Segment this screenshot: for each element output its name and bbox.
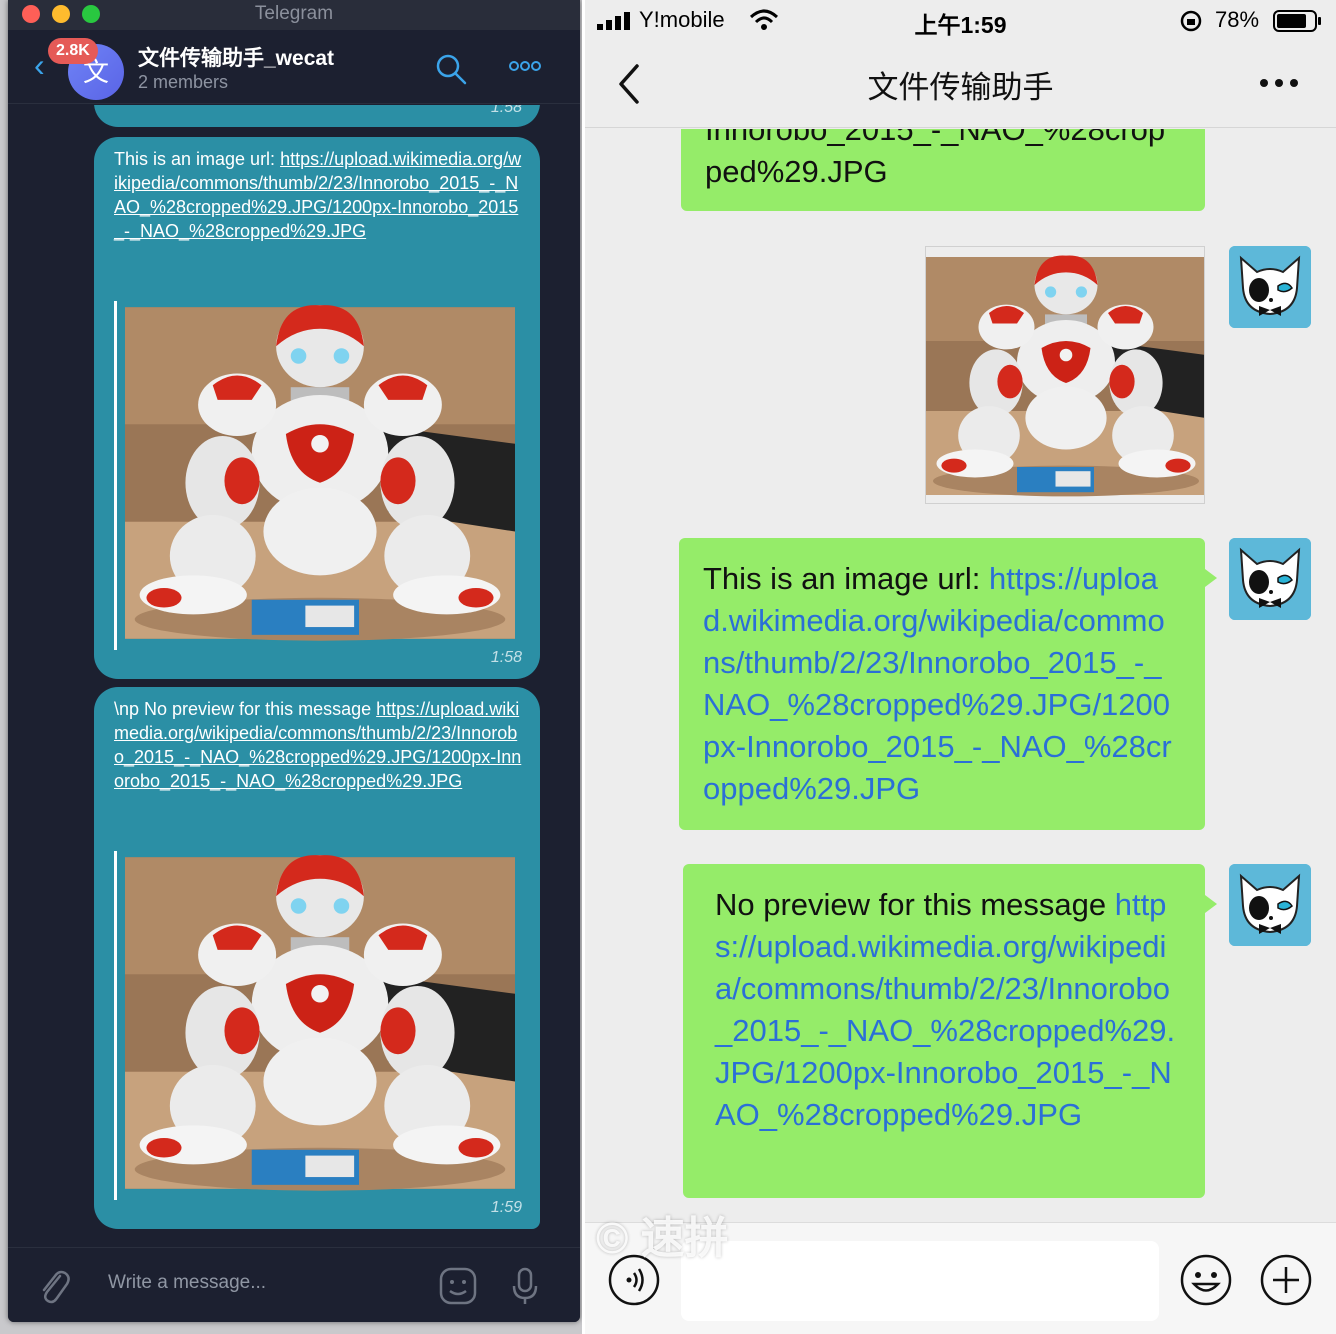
chat-header: ‹ 文 2.8K 文件传输助手_wecat 2 members: [8, 30, 580, 104]
message-prefix: \np No preview for this message: [114, 699, 377, 719]
user-avatar[interactable]: [1229, 864, 1311, 946]
bubble-tail: [1205, 895, 1217, 913]
chat-title[interactable]: 文件传输助手_wecat: [138, 42, 334, 72]
user-avatar[interactable]: [1229, 538, 1311, 620]
unread-badge: 2.8K: [48, 38, 98, 64]
message-time: 1:58: [490, 105, 522, 116]
battery-icon: [1273, 10, 1321, 32]
maximize-window-button[interactable]: [82, 5, 100, 23]
message-text: This is an image url: https://upload.wik…: [114, 147, 524, 243]
message-time: 1:59: [490, 1199, 522, 1216]
message-text: \np No preview for this message https://…: [114, 697, 524, 793]
message-bubble[interactable]: \np No preview for this message https://…: [94, 687, 540, 1229]
emoji-icon[interactable]: [1179, 1253, 1233, 1307]
image-message[interactable]: [925, 246, 1205, 504]
message-link[interactable]: https://upload.wikimedia.org/wikipedia/c…: [715, 887, 1175, 1132]
search-icon[interactable]: [434, 52, 468, 86]
preview-image[interactable]: [125, 851, 515, 1195]
message-text: Innorobo_2015_-_NAO_%28cropped%29.JPG: [705, 129, 1166, 189]
message-bubble[interactable]: This is an image url: https://upload.wik…: [679, 538, 1205, 830]
telegram-panel: Telegram ‹ 文 2.8K 文件传输助手_wecat 2 members: [0, 0, 582, 1334]
watermark-text: © 速拼: [596, 1214, 729, 1263]
message-bubble[interactable]: No preview for this message https://uplo…: [683, 864, 1205, 1198]
message-list[interactable]: Innorobo_2015_-_NAO_%28cropped%29.JPG Th…: [585, 129, 1336, 1222]
message-bubble[interactable]: This is an image url: https://upload.wik…: [94, 137, 540, 679]
message-input[interactable]: [681, 1241, 1159, 1321]
message-list[interactable]: 1:58 This is an image url: https://uploa…: [8, 105, 580, 1247]
paperclip-icon[interactable]: [36, 1266, 72, 1306]
chat-title: 文件传输助手: [867, 70, 1054, 105]
battery-percent: 78%: [1215, 7, 1260, 32]
robot-image[interactable]: [926, 247, 1205, 504]
screenshot-composite: Telegram ‹ 文 2.8K 文件传输助手_wecat 2 members: [0, 0, 1336, 1334]
message-input[interactable]: Write a message...: [108, 1272, 266, 1294]
link-preview[interactable]: [114, 851, 516, 1200]
plus-icon[interactable]: [1259, 1253, 1313, 1307]
message-prefix: No preview for this message: [715, 887, 1115, 922]
microphone-icon[interactable]: [510, 1266, 540, 1306]
more-options-icon[interactable]: [1259, 78, 1299, 88]
status-bar: Y!mobile 上午1:59 78%: [585, 0, 1336, 40]
message-prefix: This is an image url:: [703, 561, 989, 596]
wechat-panel: Y!mobile 上午1:59 78% 文件传输助手 Innorobo_2015…: [585, 0, 1336, 1334]
link-preview[interactable]: [114, 301, 516, 650]
message-bubble[interactable]: 1:58: [94, 105, 540, 127]
minimize-window-button[interactable]: [52, 5, 70, 23]
message-prefix: This is an image url:: [114, 149, 281, 169]
sticker-icon[interactable]: [438, 1266, 478, 1306]
user-avatar[interactable]: [1229, 246, 1311, 328]
navigation-bar: 文件传输助手: [585, 40, 1336, 128]
telegram-window: Telegram ‹ 文 2.8K 文件传输助手_wecat 2 members: [8, 0, 580, 1322]
bubble-tail: [1205, 569, 1217, 587]
message-link[interactable]: https://upload.wikimedia.org/wikipedia/c…: [703, 561, 1172, 806]
message-bubble[interactable]: Innorobo_2015_-_NAO_%28cropped%29.JPG: [681, 129, 1205, 211]
member-count: 2 members: [138, 72, 229, 92]
message-composer: Write a message...: [8, 1247, 580, 1322]
window-title: Telegram: [254, 3, 334, 24]
window-titlebar: Telegram: [8, 0, 580, 30]
message-time: 1:58: [490, 649, 522, 666]
rotation-lock-icon: [1180, 10, 1202, 32]
preview-image[interactable]: [125, 301, 515, 645]
more-options-icon[interactable]: [508, 56, 542, 76]
close-window-button[interactable]: [22, 5, 40, 23]
